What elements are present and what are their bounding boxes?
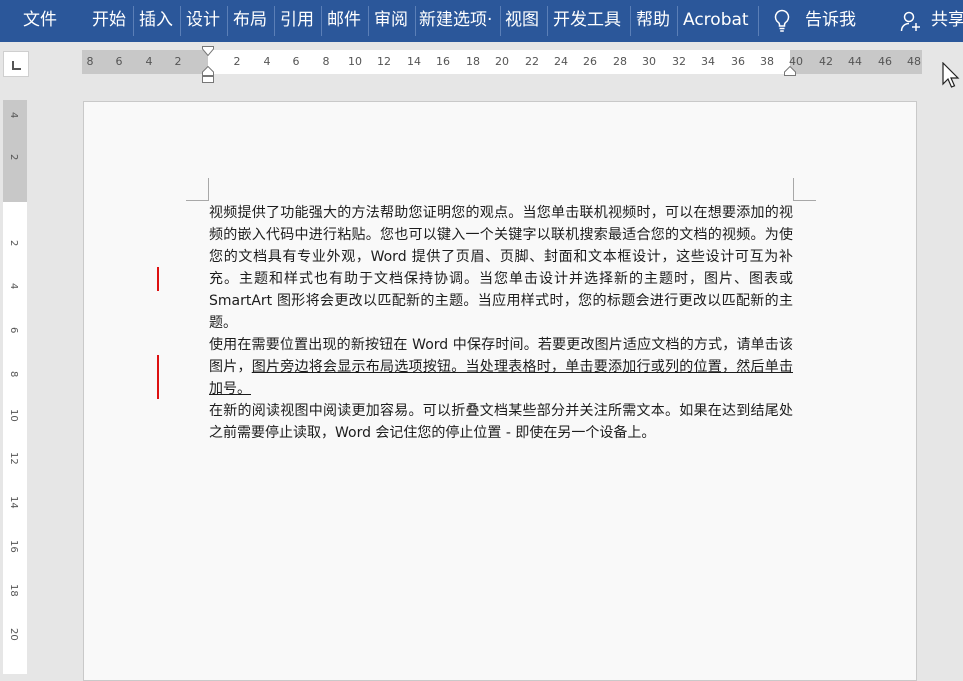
ruler-number: 14 <box>407 55 421 68</box>
tab-help[interactable]: 帮助 <box>636 0 670 42</box>
ruler-number: 42 <box>819 55 833 68</box>
tell-me-search[interactable]: 告诉我 <box>805 0 856 42</box>
tracked-insertion-text: 图片旁边将会显示布局选项按钮。当处理表格时，单击要添加行或列的位置，然后单击加号… <box>209 359 793 397</box>
tab-separator <box>758 6 759 36</box>
top-left-crop-mark <box>186 178 209 201</box>
ruler-number: 4 <box>263 55 271 68</box>
ruler-number: 18 <box>8 584 19 597</box>
tab-insert[interactable]: 插入 <box>139 0 173 42</box>
ruler-number: 24 <box>554 55 568 68</box>
tab-separator <box>677 6 678 36</box>
ruler-number: 8 <box>86 55 94 68</box>
ruler-number: 10 <box>8 409 19 422</box>
ribbon-tab-bar: 文件 开始 插入 设计 布局 引用 邮件 审阅 新建选项· 视图 开发工具 帮助… <box>0 0 963 42</box>
ruler-number: 6 <box>115 55 123 68</box>
tab-design[interactable]: 设计 <box>186 0 220 42</box>
ruler-number: 30 <box>642 55 656 68</box>
ruler-number: 14 <box>8 496 19 509</box>
ruler-number: 36 <box>731 55 745 68</box>
share-button[interactable]: 共享 <box>931 0 963 42</box>
ruler-number: 10 <box>348 55 362 68</box>
ruler-number: 4 <box>8 112 19 119</box>
track-change-bar <box>157 267 159 291</box>
tab-separator <box>133 6 134 36</box>
tab-separator <box>180 6 181 36</box>
ruler-number: 6 <box>8 327 19 334</box>
tab-new-options[interactable]: 新建选项· <box>419 0 499 42</box>
ruler-number: 6 <box>292 55 300 68</box>
tab-stop-selector[interactable] <box>3 51 29 77</box>
ruler-number: 34 <box>701 55 715 68</box>
first-line-indent-marker[interactable] <box>202 46 214 56</box>
ruler-number: 18 <box>466 55 480 68</box>
tab-references[interactable]: 引用 <box>280 0 314 42</box>
share-person-icon[interactable] <box>900 10 922 36</box>
tab-view[interactable]: 视图 <box>505 0 539 42</box>
paragraph: 视频提供了功能强大的方法帮助您证明您的观点。当您单击联机视频时，可以在想要添加的… <box>209 205 793 331</box>
ruler-number: 8 <box>8 371 19 378</box>
ruler-number: 44 <box>848 55 862 68</box>
ruler-number: 38 <box>760 55 774 68</box>
ruler-number: 2 <box>174 55 182 68</box>
ruler-number: 2 <box>8 154 19 161</box>
ruler-number: 20 <box>495 55 509 68</box>
ruler-number: 2 <box>233 55 241 68</box>
vertical-ruler[interactable]: 4 2 2 4 6 8 10 12 14 16 18 20 <box>3 100 27 674</box>
ruler-number: 46 <box>878 55 892 68</box>
ruler-number: 16 <box>8 540 19 553</box>
tab-separator <box>415 6 416 36</box>
tab-separator <box>547 6 548 36</box>
ruler-number: 48 <box>907 55 921 68</box>
ruler-number: 4 <box>145 55 153 68</box>
tab-separator <box>274 6 275 36</box>
ruler-number: 28 <box>613 55 627 68</box>
tab-review[interactable]: 审阅 <box>374 0 408 42</box>
tab-separator <box>321 6 322 36</box>
lightbulb-icon <box>773 9 791 37</box>
tab-separator <box>227 6 228 36</box>
ruler-number: 12 <box>377 55 391 68</box>
ruler-number: 4 <box>8 283 19 290</box>
tab-separator <box>368 6 369 36</box>
document-body[interactable]: 视频提供了功能强大的方法帮助您证明您的观点。当您单击联机视频时，可以在想要添加的… <box>209 202 793 444</box>
tab-separator <box>500 6 501 36</box>
ruler-number: 2 <box>8 240 19 247</box>
hanging-indent-marker[interactable] <box>202 66 214 84</box>
paragraph: 使用在需要位置出现的新按钮在 Word 中保存时间。若要更改图片适应文档的方式，… <box>209 334 793 400</box>
ruler-number: 12 <box>8 452 19 465</box>
ruler-number: 16 <box>436 55 450 68</box>
tab-home[interactable]: 开始 <box>92 0 126 42</box>
document-page[interactable]: 视频提供了功能强大的方法帮助您证明您的观点。当您单击联机视频时，可以在想要添加的… <box>83 101 917 681</box>
track-change-bar <box>157 355 159 399</box>
tab-separator <box>630 6 631 36</box>
right-indent-marker[interactable] <box>784 66 796 76</box>
tab-layout[interactable]: 布局 <box>233 0 267 42</box>
ruler-number: 20 <box>8 628 19 641</box>
tab-file[interactable]: 文件 <box>23 0 57 42</box>
paragraph: 在新的阅读视图中阅读更加容易。可以折叠文档某些部分并关注所需文本。如果在达到结尾… <box>209 403 793 441</box>
mouse-pointer-icon <box>942 62 960 88</box>
top-right-crop-mark <box>793 178 816 201</box>
tab-mailings[interactable]: 邮件 <box>327 0 361 42</box>
tab-acrobat[interactable]: Acrobat <box>683 0 749 42</box>
horizontal-ruler-area: 8 6 4 2 2 4 6 8 10 12 14 16 18 20 22 24 … <box>0 42 963 100</box>
ruler-number: 32 <box>672 55 686 68</box>
tab-developer[interactable]: 开发工具 <box>553 0 621 42</box>
ruler-number: 8 <box>322 55 330 68</box>
ruler-number: 26 <box>583 55 597 68</box>
ruler-number: 22 <box>525 55 539 68</box>
